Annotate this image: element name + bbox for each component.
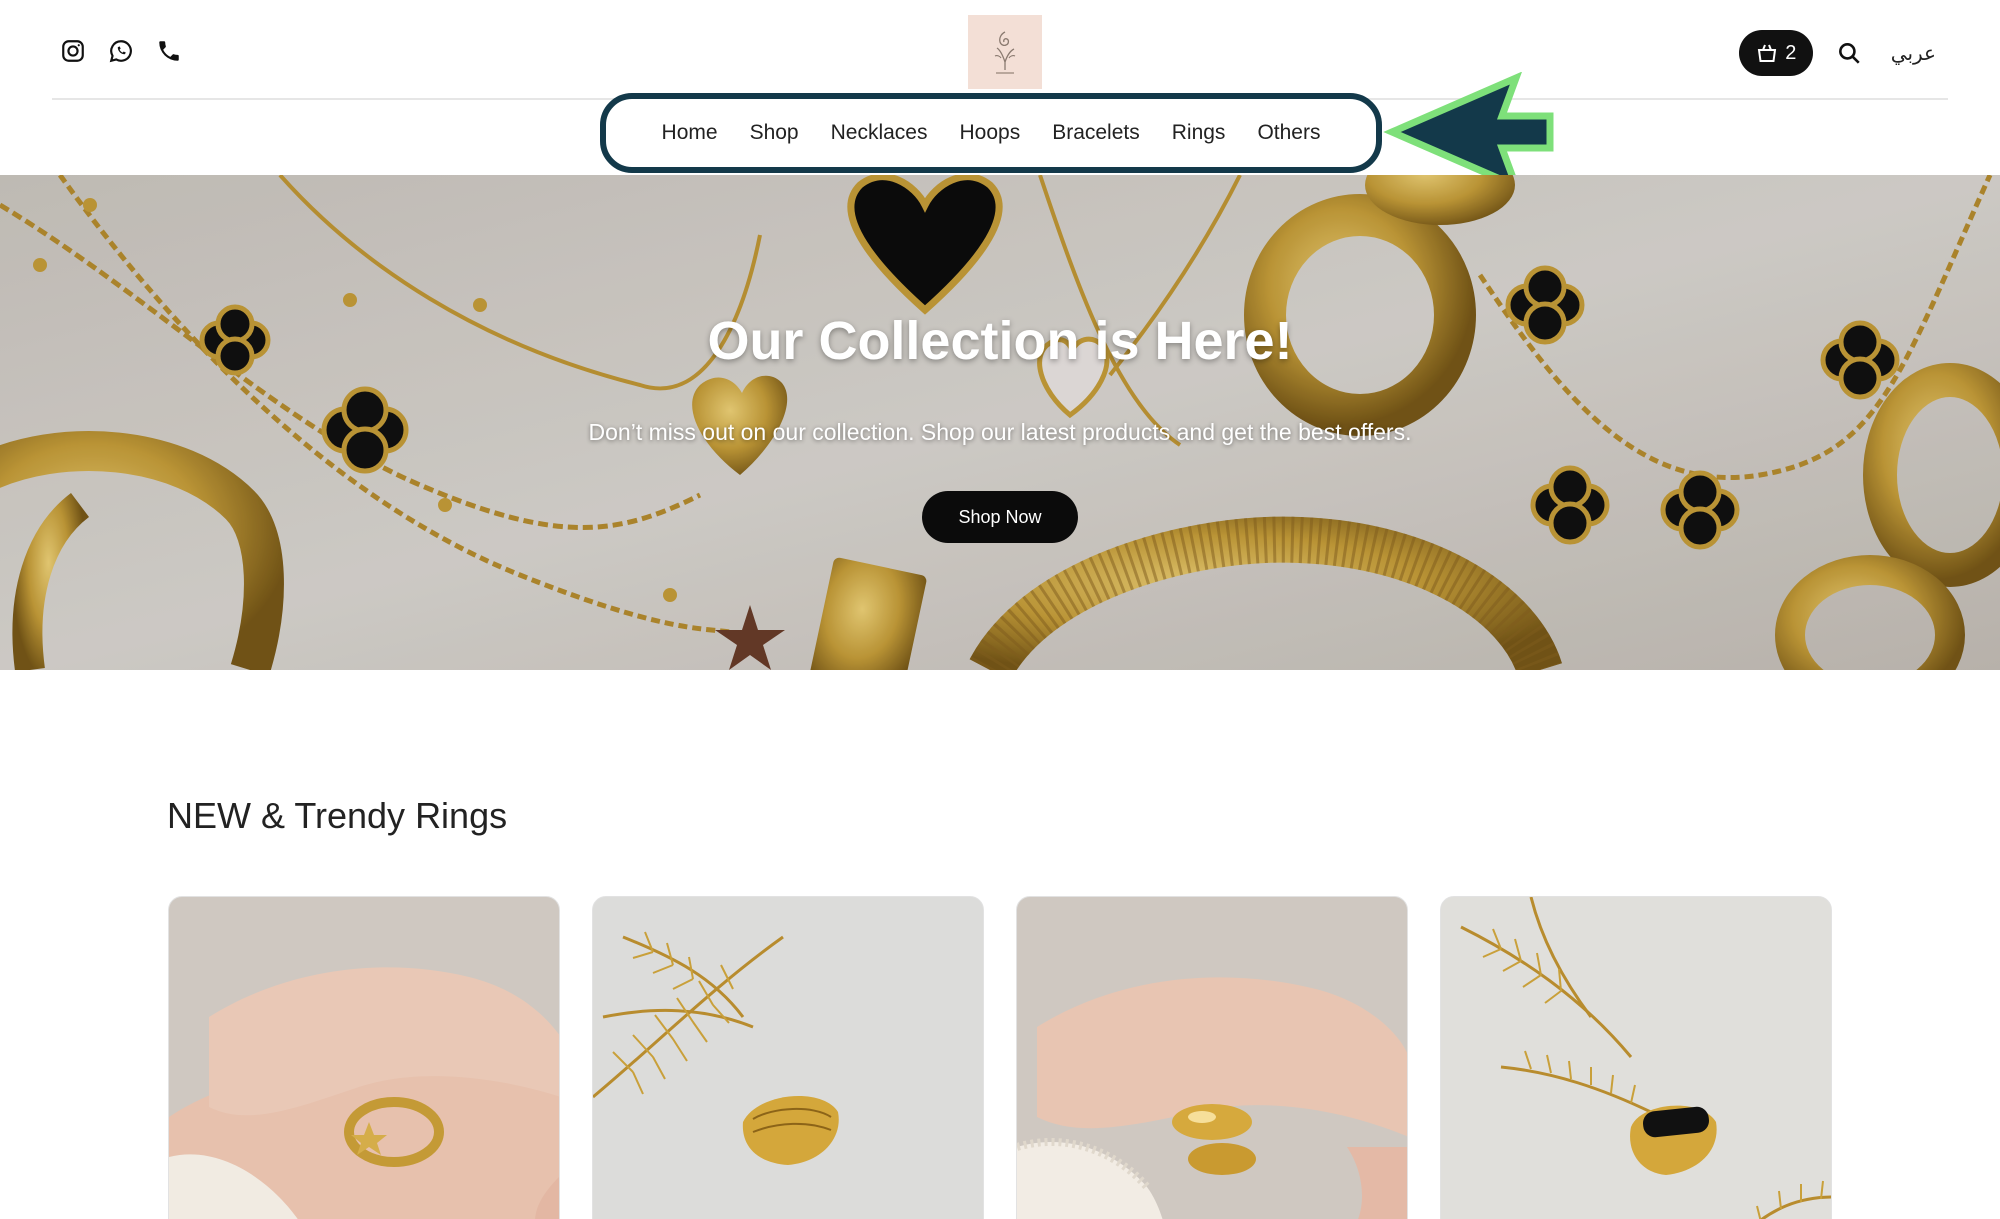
product-card[interactable] xyxy=(168,896,560,1219)
nav-item-bracelets[interactable]: Bracelets xyxy=(1052,121,1140,145)
site-header: 2 عربي xyxy=(0,0,2000,100)
section-title: NEW & Trendy Rings xyxy=(167,795,508,836)
cart-button[interactable]: 2 xyxy=(1738,30,1813,76)
product-card[interactable] xyxy=(1440,896,1832,1219)
hero-banner: Our Collection is Here! Don’t miss out o… xyxy=(0,175,2000,670)
cart-count: 2 xyxy=(1785,41,1797,64)
nav-item-hoops[interactable]: Hoops xyxy=(959,121,1020,145)
instagram-icon[interactable] xyxy=(58,36,88,66)
annotation-arrow-icon xyxy=(1383,72,1554,192)
product-card[interactable] xyxy=(1016,896,1408,1219)
search-button[interactable] xyxy=(1833,37,1865,69)
whatsapp-icon[interactable] xyxy=(106,36,136,66)
hero-title: Our Collection is Here! xyxy=(707,311,1293,371)
main-nav: Home Shop Necklaces Hoops Bracelets Ring… xyxy=(600,93,1382,173)
ring-photo-black-stone xyxy=(1441,897,1831,1219)
search-icon xyxy=(1838,43,1860,64)
language-switch[interactable]: عربي xyxy=(1885,37,1942,69)
nav-item-shop[interactable]: Shop xyxy=(750,121,799,145)
phone-icon[interactable] xyxy=(154,36,184,66)
shop-now-button[interactable]: Shop Now xyxy=(922,491,1078,543)
nav-item-home[interactable]: Home xyxy=(662,121,718,145)
ring-photo-star-moon xyxy=(169,897,559,1219)
ring-photo-drop xyxy=(1017,897,1407,1219)
header-tools: 2 عربي xyxy=(1738,30,1942,76)
hero-subtitle: Don’t miss out on our collection. Shop o… xyxy=(588,419,1412,445)
nav-item-rings[interactable]: Rings xyxy=(1172,121,1226,145)
ring-photo-leaf xyxy=(593,897,983,1219)
social-links xyxy=(58,36,184,66)
nav-item-others[interactable]: Others xyxy=(1257,121,1320,145)
nav-item-necklaces[interactable]: Necklaces xyxy=(831,121,928,145)
product-grid xyxy=(168,896,1832,1219)
product-card[interactable] xyxy=(592,896,984,1219)
logo-emblem-icon xyxy=(994,31,1016,74)
shopping-bag-icon xyxy=(1758,44,1777,62)
site-logo[interactable] xyxy=(968,15,1042,89)
